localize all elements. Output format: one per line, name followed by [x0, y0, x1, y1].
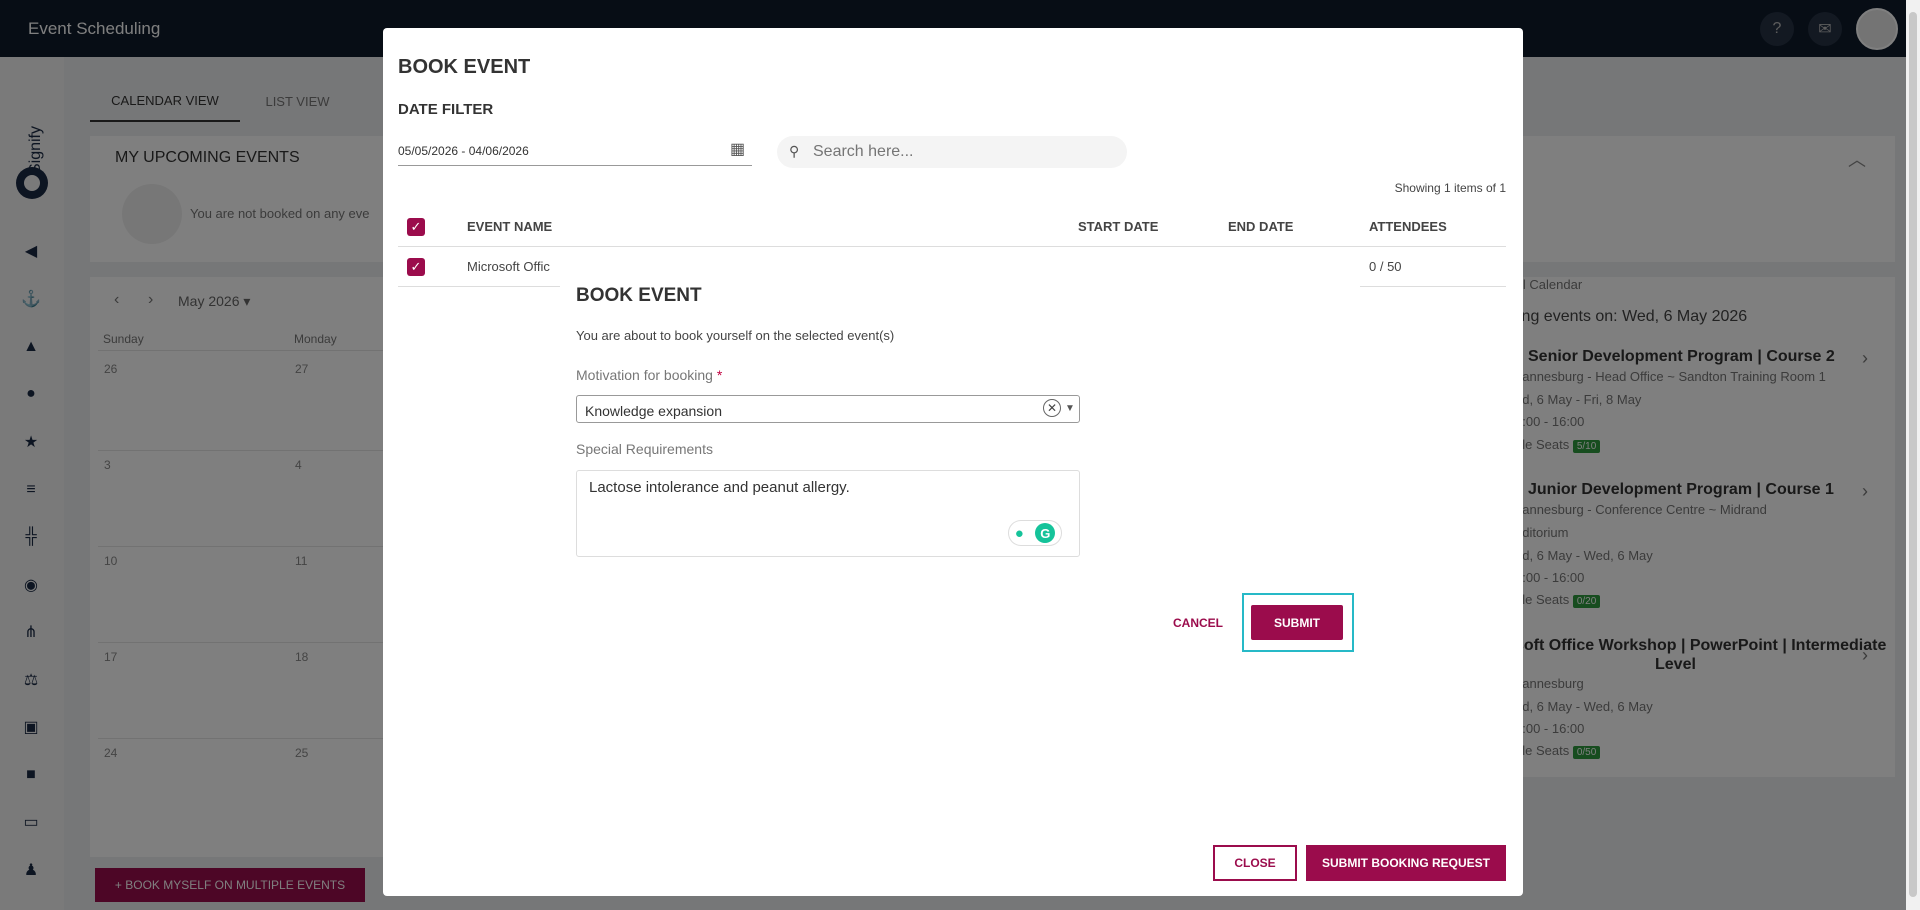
required-marker: *: [716, 367, 723, 383]
scrollbar-thumb[interactable]: [1909, 12, 1917, 897]
dialog-message: You are about to book yourself on the se…: [576, 328, 895, 343]
motivation-label: Motivation for booking *: [576, 367, 722, 383]
search-input[interactable]: [813, 140, 1113, 164]
motivation-select[interactable]: Knowledge expansion: [576, 395, 1080, 423]
motivation-label-text: Motivation for booking: [576, 367, 713, 383]
showing-count: Showing 1 items of 1: [1394, 181, 1506, 195]
column-header[interactable]: START DATE: [1078, 219, 1158, 234]
special-requirements-field[interactable]: [576, 470, 1080, 557]
cancel-button[interactable]: CANCEL: [1163, 605, 1233, 641]
select-all-checkbox[interactable]: ✓: [407, 218, 425, 236]
column-header[interactable]: EVENT NAME: [467, 219, 552, 234]
grammarly-widget[interactable]: ● G: [1008, 520, 1062, 546]
attendees-cell: 0 / 50: [1369, 259, 1402, 274]
chevron-down-icon[interactable]: ▼: [1065, 403, 1075, 414]
special-requirements-label: Special Requirements: [576, 441, 713, 457]
table-header: [398, 205, 1506, 247]
calendar-icon[interactable]: ▦: [730, 139, 745, 159]
submit-booking-request-button[interactable]: SUBMIT BOOKING REQUEST: [1306, 845, 1506, 881]
row-checkbox[interactable]: ✓: [407, 258, 425, 276]
date-range-field[interactable]: 05/05/2026 - 04/06/2026: [398, 134, 752, 166]
search-icon: ⚲: [789, 143, 800, 159]
grammarly-icon[interactable]: G: [1035, 523, 1056, 543]
clear-icon[interactable]: ✕: [1043, 399, 1061, 417]
column-header[interactable]: ATTENDEES: [1369, 219, 1447, 234]
submit-button[interactable]: SUBMIT: [1251, 605, 1343, 640]
event-name-cell: Microsoft Offic: [467, 259, 550, 274]
column-header[interactable]: END DATE: [1228, 219, 1293, 234]
dialog-title: BOOK EVENT: [576, 285, 702, 306]
lightbulb-icon[interactable]: ●: [1015, 525, 1024, 542]
date-filter-label: DATE FILTER: [398, 101, 494, 118]
dialog-title: BOOK EVENT: [398, 56, 531, 78]
close-button[interactable]: CLOSE: [1213, 845, 1297, 881]
